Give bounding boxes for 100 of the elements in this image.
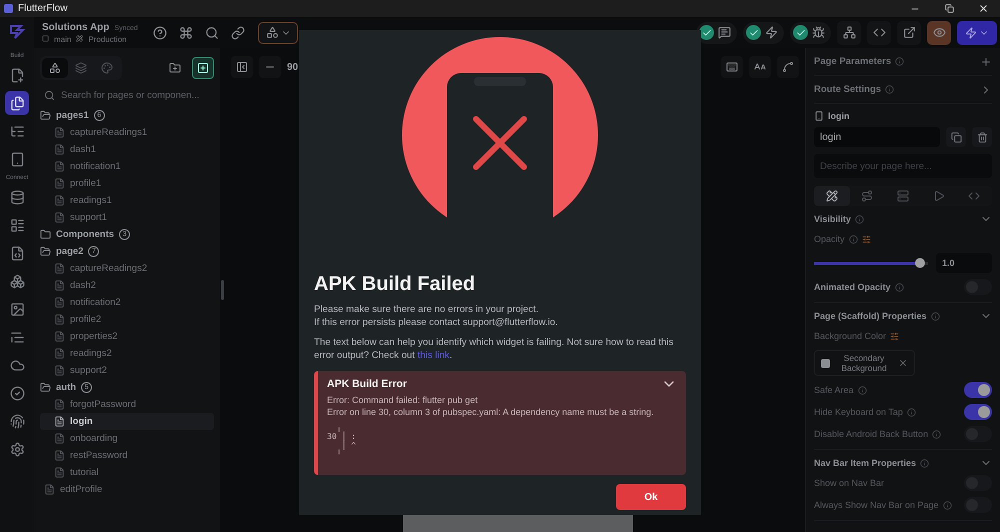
- trash-icon: [976, 132, 988, 142]
- cloud-icon: [10, 358, 24, 372]
- page-label: login: [828, 111, 850, 121]
- toggle-switch[interactable]: [964, 404, 992, 420]
- settings-icon: [10, 442, 24, 456]
- pencil-icon: [76, 34, 84, 42]
- description-field[interactable]: Describe your page here...: [814, 154, 992, 178]
- code-line: ╵: [336, 450, 342, 459]
- run-button[interactable]: [957, 20, 997, 44]
- devices-icon: [10, 152, 24, 166]
- page-icon: [54, 348, 65, 359]
- section-header: Page Parameters: [814, 56, 892, 67]
- setting-label: Opacity: [814, 234, 845, 244]
- duplicate-button[interactable]: [946, 127, 966, 147]
- page-item[interactable]: notification2: [40, 294, 214, 311]
- page-item[interactable]: dash1: [40, 141, 214, 158]
- page-icon: [54, 314, 65, 325]
- color-chip[interactable]: Secondary Background: [814, 350, 915, 376]
- text-list-icon: [10, 330, 24, 344]
- page-icon: [54, 467, 65, 478]
- preview-button[interactable]: [927, 20, 951, 44]
- plus-button[interactable]: [980, 56, 992, 68]
- value-field[interactable]: 1.0: [936, 253, 992, 273]
- page-item[interactable]: captureReadings2: [40, 260, 214, 277]
- page-item[interactable]: login: [40, 413, 214, 430]
- section-title: Page (Scaffold) Properties: [814, 311, 927, 321]
- error-text: Error: Command failed: flutter pub get: [327, 395, 479, 406]
- page-item[interactable]: notification1: [40, 158, 214, 175]
- add-page-button[interactable]: [192, 57, 214, 79]
- project-name: Solutions App: [42, 22, 110, 32]
- text-size-button[interactable]: [749, 56, 771, 78]
- properties-tab[interactable]: [814, 186, 850, 206]
- delete-button[interactable]: [972, 127, 992, 147]
- page-icon: [54, 178, 65, 189]
- search-icon: [44, 90, 55, 101]
- path-button[interactable]: [777, 56, 799, 78]
- shapes-icon: [266, 26, 278, 39]
- code-icon: [968, 190, 980, 202]
- resize-handle[interactable]: [221, 280, 224, 300]
- toggle-switch[interactable]: [964, 382, 992, 398]
- help-link[interactable]: this link: [417, 350, 450, 360]
- page-item[interactable]: support2: [40, 362, 214, 379]
- folder-icon: [40, 229, 51, 240]
- external-link-button[interactable]: [897, 20, 921, 44]
- plus-icon: [980, 56, 992, 68]
- status-pill[interactable]: [743, 22, 784, 44]
- page-icon: [44, 484, 55, 495]
- page-item[interactable]: forgotPassword: [40, 396, 214, 413]
- sliders-icon: [890, 332, 900, 340]
- panel-tab[interactable]: [42, 58, 68, 78]
- open-folder-icon: [40, 382, 51, 393]
- status-pill[interactable]: [696, 22, 737, 44]
- page-item[interactable]: properties2: [40, 328, 214, 345]
- layout-list-icon: [10, 218, 24, 232]
- keyboard-button[interactable]: [721, 56, 743, 78]
- status-pill[interactable]: [790, 22, 831, 44]
- setting-label: Show on Nav Bar: [814, 478, 884, 488]
- message-text: If this error persists please contact support@flutterflow.io.: [314, 316, 559, 329]
- folder-label: Components: [56, 229, 114, 240]
- page-item[interactable]: profile2: [40, 311, 214, 328]
- page-item[interactable]: readings2: [40, 345, 214, 362]
- search-icon: [205, 26, 219, 40]
- collapse-button[interactable]: [231, 56, 253, 78]
- setting-label: Disable Android Back Button: [814, 429, 928, 440]
- page-item[interactable]: profile1: [40, 175, 214, 192]
- server-icon: [896, 190, 909, 202]
- info-icon: [895, 57, 904, 66]
- open-folder-icon: [40, 110, 51, 121]
- setting-label: Animated Opacity: [814, 282, 891, 292]
- play-icon: [932, 190, 945, 202]
- folder-label: auth: [56, 382, 76, 393]
- dropdown-button[interactable]: [258, 22, 298, 44]
- page-item[interactable]: restPassword: [40, 447, 214, 464]
- lightning-icon: [965, 26, 977, 38]
- slider-thumb[interactable]: [915, 258, 926, 268]
- code-button[interactable]: [867, 20, 891, 44]
- page-name-field[interactable]: login: [814, 127, 940, 147]
- setting-label: Hide Keyboard on Tap: [814, 407, 903, 418]
- code-line: │ ^: [340, 441, 357, 450]
- layers-icon: [75, 62, 87, 74]
- search-field[interactable]: Search for pages or componen...: [40, 90, 214, 107]
- page-item[interactable]: editProfile: [40, 481, 214, 498]
- bug-icon: [812, 26, 825, 39]
- environment-label: Production: [88, 34, 127, 44]
- phone-icon: [814, 111, 824, 121]
- page-item[interactable]: onboarding: [40, 430, 214, 447]
- close-icon[interactable]: [898, 358, 908, 368]
- tree-button[interactable]: [837, 20, 861, 44]
- page-item[interactable]: dash2: [40, 277, 214, 294]
- page-item[interactable]: tutorial: [40, 464, 214, 481]
- page-item[interactable]: readings1: [40, 192, 214, 209]
- info-icon: [930, 312, 940, 320]
- fingerprint-icon: [10, 414, 24, 428]
- dialog-title: APK Build Failed: [314, 273, 476, 296]
- page-item[interactable]: support1: [40, 209, 214, 226]
- restore-icon: [944, 4, 954, 13]
- ok-button[interactable]: Ok: [616, 484, 686, 510]
- rail-button[interactable]: [5, 91, 29, 115]
- setting-label: Background Color: [814, 331, 886, 341]
- page-item[interactable]: captureReadings1: [40, 124, 214, 141]
